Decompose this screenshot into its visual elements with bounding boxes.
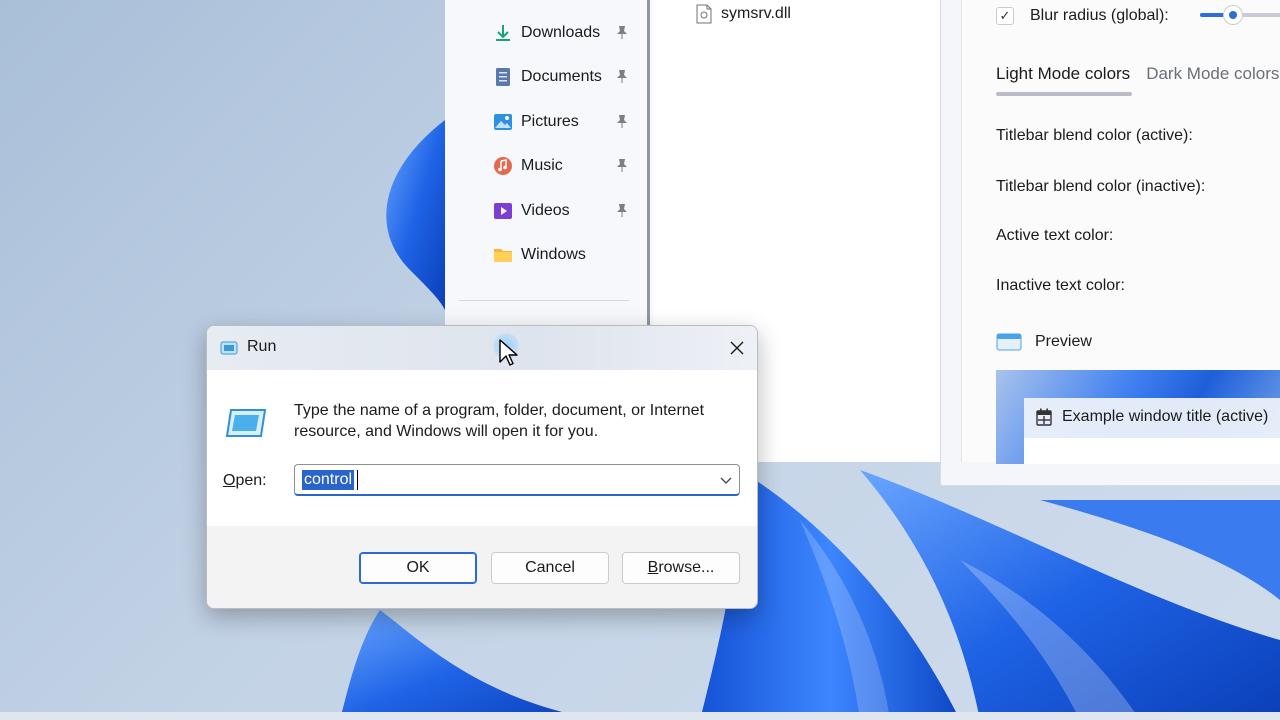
preview-window: Example window title (active) [1024, 398, 1280, 464]
open-label-accelerator: O [223, 472, 236, 489]
color-row-label: Titlebar blend color (active): [996, 127, 1193, 144]
color-row-label: Titlebar blend color (inactive): [996, 178, 1206, 195]
nav-item-label: Music [521, 157, 563, 174]
nav-item-documents[interactable]: Documents [493, 63, 643, 91]
run-dialog: Run Type the name of a program, folder, … [206, 325, 758, 609]
settings-content: ✓ Blur radius (global): Light Mode color… [961, 0, 1280, 464]
preview-area: Example window title (active) [996, 370, 1280, 464]
open-label: Open: [223, 472, 267, 490]
blur-radius-label: Blur radius (global): [1030, 7, 1169, 24]
browse-accelerator: B [647, 559, 659, 576]
nav-item-label: Downloads [521, 24, 601, 41]
color-row-inactive-text: Inactive text color: R( [996, 271, 1280, 301]
color-mode-tabs: Light Mode colors Dark Mode colors [996, 60, 1280, 100]
download-icon [496, 25, 510, 41]
nav-item-label: Pictures [521, 113, 579, 130]
pin-icon [617, 70, 627, 83]
run-dialog-title: Run [247, 338, 277, 355]
color-row-titlebar-inactive: Titlebar blend color (inactive): R( [996, 172, 1280, 202]
tab-dark-mode-colors[interactable]: Dark Mode colors [1146, 60, 1279, 96]
preview-window-body [1024, 438, 1280, 464]
window-preview-icon [996, 333, 1022, 351]
preview-window-titlebar: Example window title (active) [1036, 408, 1268, 426]
nav-item-label: Videos [521, 202, 570, 219]
nav-item-videos[interactable]: Videos [493, 197, 643, 225]
run-dialog-footer: OK Cancel Browse... [207, 526, 757, 608]
pin-icon [617, 115, 627, 128]
mouse-cursor-icon [499, 339, 518, 366]
file-item-symsrv[interactable]: symsrv.dll [695, 4, 791, 24]
run-titlebar[interactable]: Run [207, 326, 757, 370]
video-icon [494, 203, 512, 219]
close-icon [730, 341, 744, 355]
pin-icon [617, 159, 627, 172]
color-row-active-text: Active text color: R( [996, 221, 1280, 251]
run-app-icon [220, 341, 238, 355]
browse-button[interactable]: Browse... [622, 552, 740, 584]
pin-icon [617, 26, 627, 39]
preview-window-title: Example window title (active) [1062, 408, 1269, 425]
open-combobox[interactable]: control [294, 464, 740, 496]
ok-button[interactable]: OK [359, 552, 477, 584]
picture-icon [494, 114, 512, 130]
tab-label: Light Mode colors [996, 64, 1131, 83]
calendar-icon [1036, 408, 1052, 426]
music-icon [494, 157, 512, 175]
folder-icon [494, 249, 512, 262]
browse-label: rowse... [658, 559, 715, 576]
color-row-label: Active text color: [996, 227, 1114, 244]
preview-header: Preview [996, 332, 1092, 352]
document-icon [496, 68, 510, 86]
open-label-text: pen: [235, 472, 267, 489]
nav-divider [459, 300, 629, 301]
dll-file-icon [696, 4, 712, 24]
color-row-titlebar-active: Titlebar blend color (active): R( [996, 121, 1280, 151]
nav-item-music[interactable]: Music [493, 152, 643, 180]
taskbar [0, 712, 1280, 720]
open-input-value[interactable]: control [302, 470, 355, 490]
preview-label: Preview [1035, 333, 1092, 350]
slider-thumb[interactable] [1223, 5, 1243, 25]
theme-settings-window: ✓ Blur radius (global): Light Mode color… [940, 0, 1280, 486]
text-caret [357, 470, 358, 490]
nav-item-pictures[interactable]: Pictures [493, 108, 643, 136]
nav-item-label: Windows [521, 246, 586, 263]
color-row-label: Inactive text color: [996, 277, 1125, 294]
nav-item-windows[interactable]: Windows [493, 241, 643, 269]
file-name: symsrv.dll [721, 5, 791, 22]
blur-radius-slider[interactable] [1200, 5, 1280, 25]
nav-item-label: Documents [521, 68, 602, 85]
run-program-icon [225, 409, 267, 437]
close-button[interactable] [719, 332, 755, 364]
cancel-button[interactable]: Cancel [491, 552, 609, 584]
run-dialog-body: Type the name of a program, folder, docu… [207, 370, 757, 526]
tab-label: Dark Mode colors [1146, 64, 1280, 83]
pin-icon [617, 204, 627, 217]
tab-light-mode-colors[interactable]: Light Mode colors [996, 60, 1133, 96]
chevron-down-icon[interactable] [719, 474, 733, 486]
blur-radius-checkbox[interactable]: ✓ [996, 7, 1014, 25]
run-description: Type the name of a program, folder, docu… [294, 402, 705, 440]
nav-item-downloads[interactable]: Downloads [493, 19, 643, 47]
